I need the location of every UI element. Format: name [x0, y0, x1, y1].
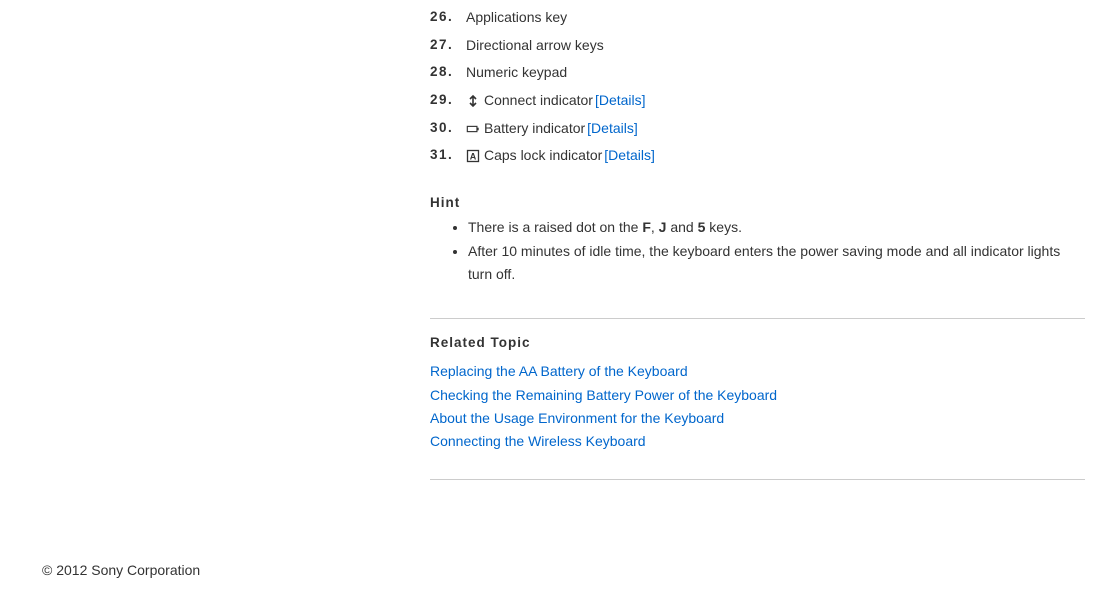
capslock-icon: A: [466, 149, 480, 163]
hint-heading: Hint: [430, 195, 1085, 210]
item-text: Battery indicator: [484, 118, 585, 140]
battery-icon: [466, 122, 480, 136]
divider: [430, 479, 1085, 480]
item-number: 27.: [430, 35, 466, 56]
related-link[interactable]: Replacing the AA Battery of the Keyboard: [430, 363, 688, 379]
copyright-text: © 2012 Sony Corporation: [42, 562, 200, 578]
item-number: 26.: [430, 7, 466, 28]
related-links: Replacing the AA Battery of the Keyboard…: [430, 360, 1085, 452]
list-item: 26. Applications key: [430, 7, 1085, 29]
list-item: 28. Numeric keypad: [430, 62, 1085, 84]
main-content: 26. Applications key 27. Directional arr…: [430, 0, 1085, 480]
numbered-feature-list: 26. Applications key 27. Directional arr…: [430, 7, 1085, 167]
item-text: Connect indicator: [484, 90, 593, 112]
item-text: Applications key: [466, 7, 567, 29]
item-number: 29.: [430, 90, 466, 111]
svg-text:A: A: [470, 152, 477, 162]
related-link[interactable]: Checking the Remaining Battery Power of …: [430, 387, 777, 403]
details-link[interactable]: [Details]: [604, 145, 655, 167]
connect-icon: [466, 94, 480, 108]
hint-item: There is a raised dot on the F, J and 5 …: [468, 216, 1085, 239]
item-text: Directional arrow keys: [466, 35, 604, 57]
related-topic-heading: Related Topic: [430, 335, 1085, 350]
list-item: 31. A Caps lock indicator [Details]: [430, 145, 1085, 167]
item-body: Battery indicator [Details]: [466, 118, 638, 140]
item-text: Caps lock indicator: [484, 145, 602, 167]
item-text: Numeric keypad: [466, 62, 567, 84]
item-body: A Caps lock indicator [Details]: [466, 145, 655, 167]
divider: [430, 318, 1085, 319]
list-item: 29. Connect indicator [Details]: [430, 90, 1085, 112]
list-item: 30. Battery indicator [Details]: [430, 118, 1085, 140]
hint-item: After 10 minutes of idle time, the keybo…: [468, 240, 1085, 286]
list-item: 27. Directional arrow keys: [430, 35, 1085, 57]
details-link[interactable]: [Details]: [587, 118, 638, 140]
item-number: 31.: [430, 145, 466, 166]
details-link[interactable]: [Details]: [595, 90, 646, 112]
hint-list: There is a raised dot on the F, J and 5 …: [430, 216, 1085, 286]
item-body: Connect indicator [Details]: [466, 90, 646, 112]
item-number: 28.: [430, 62, 466, 83]
related-link[interactable]: About the Usage Environment for the Keyb…: [430, 410, 724, 426]
item-number: 30.: [430, 118, 466, 139]
related-link[interactable]: Connecting the Wireless Keyboard: [430, 433, 646, 449]
